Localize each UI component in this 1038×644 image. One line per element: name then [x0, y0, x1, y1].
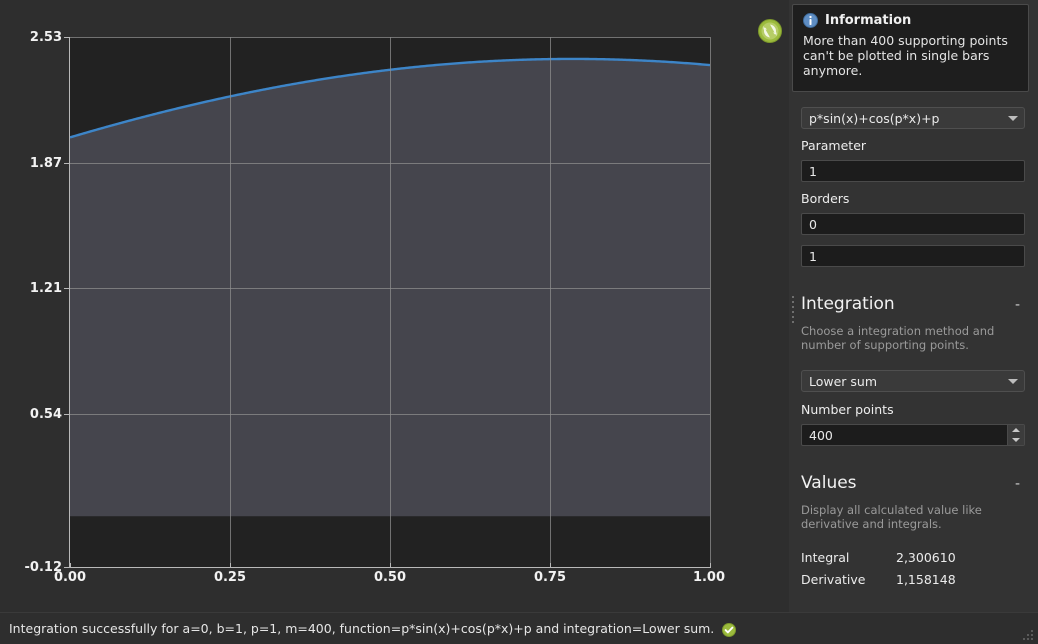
gridline-vertical	[230, 37, 231, 567]
number-points-value: 400	[809, 427, 833, 443]
function-select[interactable]: p*sin(x)+cos(p*x)+p	[801, 107, 1025, 129]
parameter-label: Parameter	[801, 138, 867, 153]
y-axis-line	[69, 37, 70, 567]
integration-collapse-toggle[interactable]: -	[1015, 297, 1025, 313]
x-tick-label: 0.50	[373, 570, 407, 585]
integration-method-select[interactable]: Lower sum	[801, 370, 1025, 392]
status-bar: Integration successfully for a=0, b=1, p…	[0, 612, 1038, 644]
information-message: More than 400 supporting points can't be…	[803, 33, 1008, 78]
value-number: 2,300610	[896, 550, 956, 565]
values-section-title: Values	[801, 473, 857, 493]
y-tick-label: 1.21	[29, 281, 62, 296]
gridline-vertical	[550, 37, 551, 567]
number-points-label: Number points	[801, 402, 894, 417]
y-tick-label: 1.87	[29, 155, 62, 171]
y-tick-mark	[64, 567, 69, 568]
integration-section-title: Integration	[801, 294, 895, 314]
information-header: Information	[803, 13, 1018, 28]
parameter-input[interactable]: 1	[801, 160, 1025, 182]
values-collapse-toggle[interactable]: -	[1015, 476, 1025, 492]
value-number: 1,158148	[896, 572, 956, 587]
chevron-down-icon	[1008, 378, 1018, 384]
x-tick-label: 0.75	[533, 570, 567, 585]
values-row: Derivative 1,158148	[801, 572, 1025, 587]
gridline-vertical	[710, 37, 711, 567]
y-tick-mark	[64, 37, 69, 38]
x-tick-mark	[70, 563, 71, 568]
information-box: Information More than 400 supporting poi…	[792, 4, 1029, 92]
integration-section-header[interactable]: Integration -	[801, 294, 1025, 314]
value-name: Integral	[801, 550, 850, 565]
integration-drag-handle[interactable]	[792, 296, 795, 326]
x-tick-mark	[230, 563, 231, 568]
stepper-up-icon[interactable]	[1012, 428, 1020, 432]
integration-method-value: Lower sum	[809, 373, 878, 389]
status-message: Integration successfully for a=0, b=1, p…	[9, 621, 715, 636]
stepper-buttons[interactable]	[1007, 425, 1024, 445]
info-icon	[803, 13, 818, 28]
number-points-stepper[interactable]: 400	[801, 424, 1025, 446]
success-check-icon	[722, 622, 737, 637]
y-tick-mark	[64, 162, 69, 164]
parameter-value: 1	[809, 163, 817, 179]
y-tick-label: 2.53	[29, 30, 62, 45]
value-name: Derivative	[801, 572, 866, 587]
chart-panel[interactable]: 2.53 1.87 1.21 0.54 -0.12 0.00 0.25 0.50…	[0, 0, 757, 612]
x-tick-label: 1.00	[692, 570, 726, 585]
refresh-icon[interactable]	[757, 18, 783, 44]
y-tick-mark	[64, 413, 69, 415]
resize-grip-icon[interactable]	[1021, 628, 1035, 642]
integration-section-description: Choose a integration method and number o…	[801, 324, 995, 352]
gridline-vertical	[390, 37, 391, 567]
border-upper-value: 1	[809, 248, 817, 264]
x-tick-label: 0.00	[53, 570, 87, 585]
function-select-value: p*sin(x)+cos(p*x)+p	[809, 110, 940, 126]
stepper-down-icon[interactable]	[1012, 438, 1020, 442]
information-title: Information	[825, 13, 912, 28]
borders-label: Borders	[801, 191, 850, 206]
values-section-description: Display all calculated value like deriva…	[801, 503, 982, 531]
values-section-header[interactable]: Values -	[801, 473, 1025, 493]
application-window: 2.53 1.87 1.21 0.54 -0.12 0.00 0.25 0.50…	[0, 0, 1038, 644]
controls-panel: Information More than 400 supporting poi…	[789, 0, 1038, 612]
x-tick-label: 0.25	[213, 570, 247, 585]
y-tick-mark	[64, 288, 69, 289]
x-tick-mark	[550, 563, 551, 568]
border-lower-input[interactable]: 0	[801, 213, 1025, 235]
chevron-down-icon	[1008, 115, 1018, 121]
x-tick-mark	[710, 563, 711, 568]
y-tick-label: 0.54	[29, 406, 62, 422]
border-lower-value: 0	[809, 216, 817, 232]
border-upper-input[interactable]: 1	[801, 245, 1025, 267]
x-tick-mark	[390, 563, 391, 568]
values-row: Integral 2,300610	[801, 550, 1025, 565]
